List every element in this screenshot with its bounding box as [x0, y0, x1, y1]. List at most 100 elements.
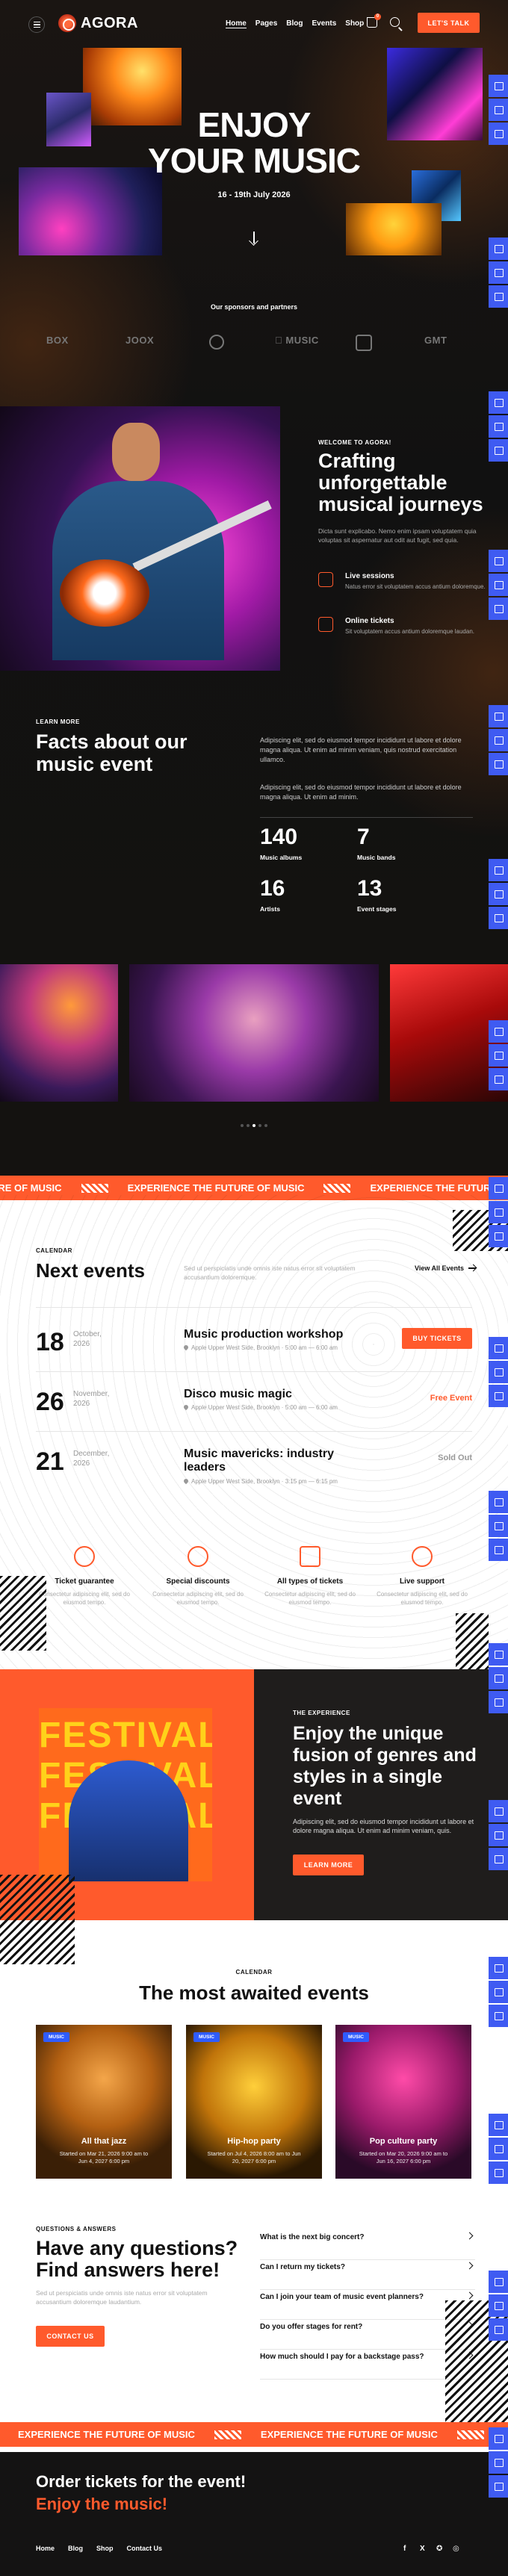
carousel-dot[interactable] [247, 1124, 250, 1127]
cart-icon[interactable] [489, 391, 508, 414]
cart-icon[interactable] [489, 883, 508, 905]
cart-icon[interactable] [489, 2271, 508, 2293]
event-card-title[interactable]: Hip-hop party [186, 2137, 322, 2146]
faq-item[interactable]: Do you offer stages for rent? [260, 2321, 475, 2350]
cart-icon[interactable] [489, 75, 508, 97]
cart-icon[interactable] [489, 598, 508, 620]
cart-icon[interactable] [489, 99, 508, 121]
sponsor-logo-emblem[interactable] [209, 335, 224, 350]
cart-icon[interactable] [489, 2114, 508, 2136]
menu-icon[interactable] [28, 16, 45, 33]
carousel-slide-festival[interactable] [0, 964, 118, 1102]
cart-icon[interactable] [489, 2427, 508, 2450]
event-card[interactable]: MUSIC Pop culture party Started on Mar 2… [335, 2025, 471, 2179]
cart-icon[interactable] [489, 1225, 508, 1247]
cart-icon[interactable] [489, 2318, 508, 2341]
cart-icon[interactable] [489, 1824, 508, 1846]
event-row[interactable]: 21 December, 2026 Music mavericks: indust… [36, 1447, 472, 1500]
footer-link-home[interactable]: Home [36, 2545, 55, 2552]
cart-icon[interactable] [489, 439, 508, 462]
cart-icon[interactable] [489, 859, 508, 881]
cart-icon[interactable] [489, 1981, 508, 2003]
facebook-icon[interactable]: f [403, 2545, 406, 2553]
footer-link-contact[interactable]: Contact Us [127, 2545, 163, 2552]
cart-icon[interactable] [489, 2451, 508, 2474]
sponsor-logo-music[interactable]:  MUSIC [275, 335, 319, 346]
search-icon[interactable] [390, 17, 400, 27]
cart-icon[interactable] [489, 2294, 508, 2317]
cart-icon[interactable] [489, 238, 508, 260]
brand-logo[interactable]: AGORA [58, 14, 138, 32]
category-tag[interactable]: MUSIC [193, 2032, 220, 2042]
footer-link-blog[interactable]: Blog [68, 2545, 83, 2552]
cart-icon[interactable] [489, 2161, 508, 2184]
nav-shop[interactable]: Shop [345, 19, 364, 28]
dribbble-icon[interactable]: ✪ [436, 2545, 442, 2553]
event-card[interactable]: MUSIC Hip-hop party Started on Jul 4, 20… [186, 2025, 322, 2179]
cart-icon[interactable] [489, 1539, 508, 1561]
event-name[interactable]: Disco music magic [184, 1388, 363, 1401]
faq-item[interactable]: What is the next big concert? [260, 2232, 475, 2260]
footer-link-shop[interactable]: Shop [96, 2545, 114, 2552]
cart-icon[interactable] [489, 2005, 508, 2027]
event-name[interactable]: Music production workshop [184, 1328, 363, 1341]
cart-icon[interactable] [489, 550, 508, 572]
cart-icon[interactable] [489, 729, 508, 751]
carousel-dot-active[interactable] [253, 1124, 255, 1127]
cart-icon[interactable] [489, 1385, 508, 1407]
faq-item[interactable]: Can I return my tickets? [260, 2262, 475, 2290]
cart-icon[interactable] [489, 415, 508, 438]
lets-talk-button[interactable]: LET'S TALK [418, 13, 480, 33]
view-all-events-link[interactable]: View All Events [415, 1264, 477, 1272]
faq-item[interactable]: Can I join your team of music event plan… [260, 2291, 475, 2320]
category-tag[interactable]: MUSIC [43, 2032, 69, 2042]
cart-icon[interactable] [489, 574, 508, 596]
cart-icon[interactable]: 0 [367, 13, 381, 28]
buy-tickets-button[interactable]: BUY TICKETS [402, 1328, 472, 1349]
cart-icon[interactable] [489, 1020, 508, 1043]
event-card-title[interactable]: All that jazz [36, 2137, 172, 2146]
carousel-dot[interactable] [241, 1124, 244, 1127]
learn-more-button[interactable]: LEARN MORE [293, 1855, 364, 1875]
event-card[interactable]: MUSIC All that jazz Started on Mar 21, 2… [36, 2025, 172, 2179]
cart-icon[interactable] [489, 1643, 508, 1666]
faq-item[interactable]: How much should I pay for a backstage pa… [260, 2351, 475, 2380]
event-row[interactable]: 26 November, 2026 Disco music magic Apple… [36, 1388, 472, 1433]
nav-home[interactable]: Home [226, 19, 247, 28]
sponsor-logo-joox[interactable]: JOOX [126, 335, 154, 346]
cart-icon[interactable] [489, 1667, 508, 1689]
sponsor-logo-gmt[interactable]: GMT [424, 335, 447, 346]
cart-icon[interactable] [489, 285, 508, 308]
cart-icon[interactable] [489, 1800, 508, 1822]
cart-icon[interactable] [489, 705, 508, 727]
sponsor-logo-box[interactable]: BOX [46, 335, 69, 346]
cart-icon[interactable] [489, 1515, 508, 1537]
cart-icon[interactable] [489, 1201, 508, 1223]
cart-icon[interactable] [489, 1177, 508, 1199]
nav-events[interactable]: Events [312, 19, 336, 28]
carousel-dot[interactable] [264, 1124, 267, 1127]
nav-pages[interactable]: Pages [255, 19, 277, 28]
cart-icon[interactable] [489, 1044, 508, 1067]
carousel-dot[interactable] [258, 1124, 261, 1127]
cart-icon[interactable] [489, 122, 508, 145]
cart-icon[interactable] [489, 2138, 508, 2160]
category-tag[interactable]: MUSIC [343, 2032, 369, 2042]
cart-icon[interactable] [489, 1848, 508, 1870]
sponsor-logo-cube[interactable] [356, 335, 372, 351]
nav-blog[interactable]: Blog [286, 19, 303, 28]
cart-icon[interactable] [489, 261, 508, 284]
contact-us-button[interactable]: CONTACT US [36, 2326, 105, 2347]
event-row[interactable]: 18 October, 2026 Music production worksho… [36, 1328, 472, 1373]
arrow-down-icon[interactable] [249, 232, 259, 245]
cart-icon[interactable] [489, 2475, 508, 2498]
cart-icon[interactable] [489, 1957, 508, 1979]
cart-icon[interactable] [489, 753, 508, 775]
cart-icon[interactable] [489, 1337, 508, 1359]
x-icon[interactable]: X [420, 2545, 425, 2553]
carousel-slide-party[interactable] [129, 964, 379, 1102]
cart-icon[interactable] [489, 1361, 508, 1383]
cart-icon[interactable] [489, 1068, 508, 1090]
event-name[interactable]: Music mavericks: industry leaders [184, 1447, 363, 1474]
instagram-icon[interactable]: ◎ [453, 2545, 459, 2553]
